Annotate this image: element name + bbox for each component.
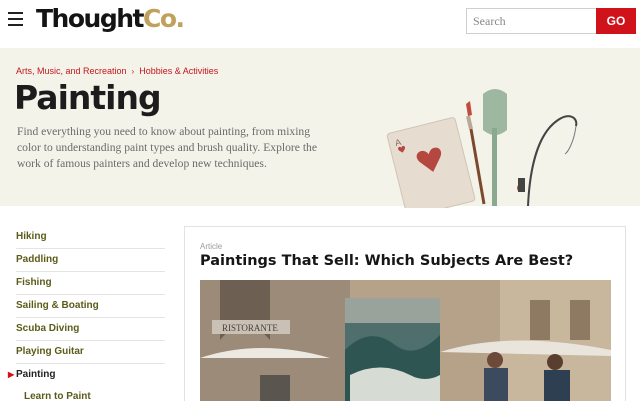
logo-main-text: Thought — [36, 4, 144, 33]
paddle-icon — [483, 89, 507, 206]
sidebar-item-scuba-diving[interactable]: Scuba Diving — [16, 318, 165, 341]
sidebar-item-painting-label: Painting — [16, 369, 56, 380]
article-photo[interactable]: RISTORANTE — [200, 280, 611, 401]
logo-accent-text: Co. — [142, 4, 185, 33]
category-sidebar: Hiking Paddling Fishing Sailing & Boatin… — [8, 226, 165, 401]
article-card[interactable]: Article Paintings That Sell: Which Subje… — [184, 226, 626, 401]
page-description: Find everything you need to know about p… — [17, 125, 317, 170]
breadcrumb-item-hobbies[interactable]: Hobbies & Activities — [139, 66, 218, 76]
active-marker-icon: ▶ — [8, 370, 15, 379]
site-logo[interactable]: ThoughtCo. — [36, 4, 185, 33]
hamburger-menu-icon[interactable] — [8, 12, 23, 27]
ristorante-sign: RISTORANTE — [222, 323, 278, 333]
article-title[interactable]: Paintings That Sell: Which Subjects Are … — [200, 253, 573, 269]
search-input[interactable] — [466, 8, 596, 34]
site-header: ThoughtCo. GO — [0, 0, 640, 48]
sidebar-item-fishing[interactable]: Fishing — [16, 272, 165, 295]
hobby-illustration-icon: A — [386, 89, 578, 208]
sidebar-item-paddling[interactable]: Paddling — [16, 249, 165, 272]
playing-card-icon: A — [386, 117, 476, 208]
breadcrumb-separator-icon: › — [131, 66, 135, 76]
breadcrumb: Arts, Music, and Recreation › Hobbies & … — [16, 66, 218, 76]
sidebar-item-sailing-boating[interactable]: Sailing & Boating — [16, 295, 165, 318]
fishing-rod-icon — [517, 115, 578, 207]
sidebar-item-hiking[interactable]: Hiking — [16, 226, 165, 249]
sidebar-subitem-learn-to-paint[interactable]: Learn to Paint — [16, 387, 165, 401]
breadcrumb-item-arts[interactable]: Arts, Music, and Recreation — [16, 66, 127, 76]
page-title: Painting — [14, 78, 162, 117]
search-go-button[interactable]: GO — [596, 8, 636, 34]
category-hero: Arts, Music, and Recreation › Hobbies & … — [0, 48, 640, 208]
article-type-label: Article — [200, 242, 223, 251]
sidebar-item-painting[interactable]: ▶ Painting — [8, 364, 165, 387]
sidebar-item-playing-guitar[interactable]: Playing Guitar — [16, 341, 165, 364]
